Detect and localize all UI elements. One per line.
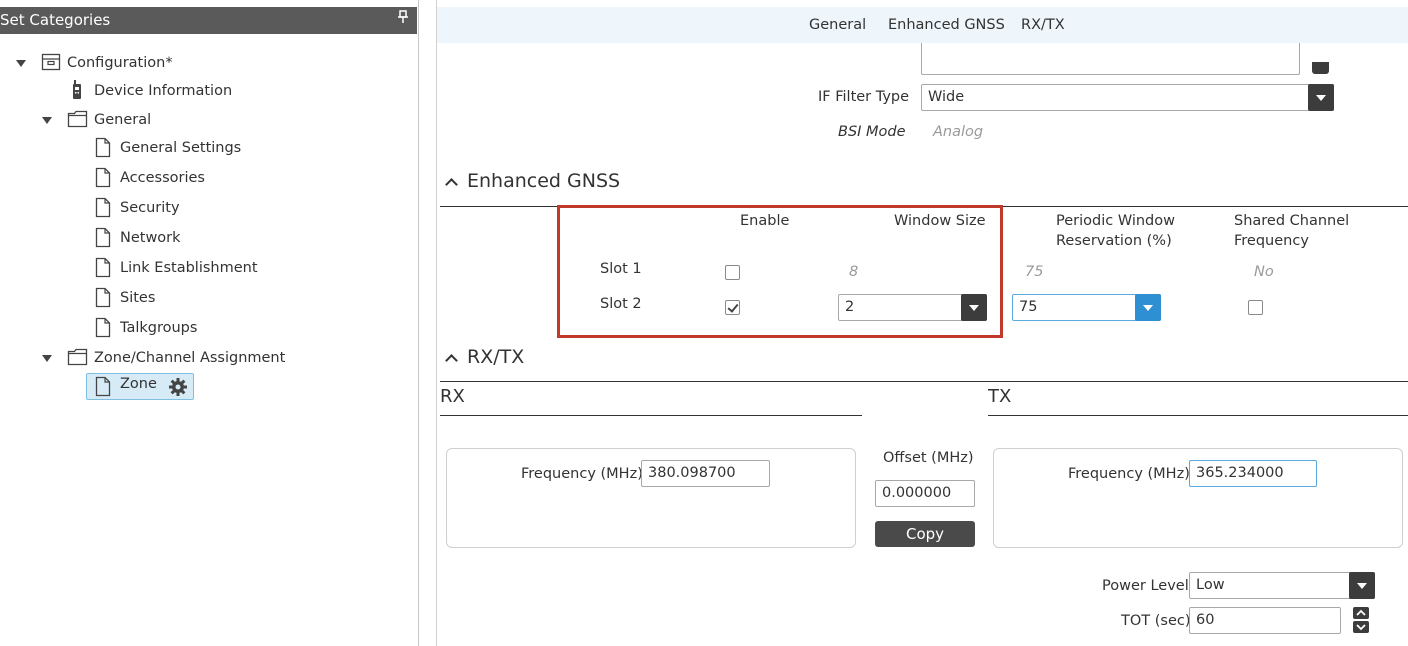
tree-item-general-settings[interactable]: General Settings [0,136,400,160]
chevron-down-icon[interactable] [1135,294,1161,321]
document-icon [95,317,113,339]
tot-label: TOT (sec) [1121,613,1191,629]
spin-down-icon[interactable] [1353,621,1369,633]
tree-item-talkgroups[interactable]: Talkgroups [0,316,400,340]
section-title-rx-tx: RX/TX [467,346,525,368]
partial-field[interactable] [921,43,1300,75]
slot-2-periodic-dropdown[interactable]: 75 [1012,294,1161,321]
col-header-shared-1: Shared Channel [1234,213,1350,229]
section-title-enhanced-gnss: Enhanced GNSS [467,170,621,192]
tree-item-network[interactable]: Network [0,226,400,250]
tx-heading: TX [988,386,1012,407]
power-level-label: Power Level [1102,578,1189,594]
tree-label: General [94,112,152,128]
section-divider [440,381,1408,382]
archive-icon [41,52,61,74]
rx-heading: RX [440,386,465,407]
highlight-box [557,205,1003,338]
dropdown-value: Low [1196,577,1225,593]
tree-item-security[interactable]: Security [0,196,400,220]
panel-title: Set Categories [0,11,111,29]
document-icon [95,376,113,398]
tree-item-general[interactable]: General [0,108,400,132]
document-icon [95,137,113,159]
collapse-caret-icon[interactable] [445,354,458,367]
document-icon [95,167,113,189]
collapse-caret-icon[interactable] [445,178,458,191]
power-level-dropdown[interactable]: Low [1189,572,1375,599]
document-icon [95,287,113,309]
tree-item-link-establishment[interactable]: Link Establishment [0,256,400,280]
pin-icon[interactable] [398,7,408,34]
tree-item-device-information[interactable]: Device Information [0,79,400,103]
folder-icon [67,109,88,131]
tree-item-accessories[interactable]: Accessories [0,166,400,190]
expand-arrow-icon[interactable] [42,355,52,362]
expand-arrow-icon[interactable] [16,60,26,67]
col-header-periodic-2: Reservation (%) [1056,233,1172,249]
folder-icon [67,347,88,369]
radio-icon [70,80,88,102]
partial-dropdown-button[interactable] [1312,62,1329,74]
document-icon [95,227,113,249]
bsi-mode-value: Analog [933,124,984,140]
tree-item-configuration[interactable]: Configuration* [0,51,400,75]
tree-label: Sites [120,290,156,306]
tab-bar: General Enhanced GNSS RX/TX [437,7,1408,43]
tree-label: Device Information [94,83,233,99]
tab-enhanced-gnss[interactable]: Enhanced GNSS [888,17,1005,33]
expand-arrow-icon[interactable] [42,117,52,124]
tree-item-sites[interactable]: Sites [0,286,400,310]
rx-frequency-label: Frequency (MHz) [521,466,643,482]
bsi-mode-label: BSI Mode [838,124,906,140]
if-filter-type-label: IF Filter Type [818,89,910,105]
tree-label: General Settings [120,140,242,156]
slot-1-shared: No [1254,264,1274,280]
dropdown-value: 75 [1019,299,1038,315]
rx-frequency-input[interactable]: 380.098700 [641,460,770,487]
tree-item-zone-channel-assignment[interactable]: Zone/Channel Assignment [0,346,400,370]
dropdown-value: Wide [928,89,965,105]
col-header-shared-2: Frequency [1234,233,1309,249]
tree-label: Network [120,230,181,246]
tree-item-zone[interactable]: Zone [86,373,194,400]
panel-header: Set Categories [0,7,417,34]
tree-label: Link Establishment [120,260,258,276]
if-filter-type-dropdown[interactable]: Wide [921,84,1334,111]
chevron-down-icon[interactable] [1349,572,1375,599]
gear-icon[interactable] [168,377,188,401]
col-header-periodic-1: Periodic Window [1056,213,1175,229]
copy-button[interactable]: Copy [875,521,975,547]
spin-up-icon[interactable] [1353,607,1369,619]
slot-2-shared-checkbox[interactable] [1248,300,1263,315]
chevron-down-icon[interactable] [1308,84,1334,111]
tree-label: Zone/Channel Assignment [94,350,286,366]
tree-label: Talkgroups [120,320,198,336]
tree-label: Security [120,200,180,216]
offset-input[interactable]: 0.000000 [875,480,975,507]
tx-frequency-label: Frequency (MHz) [1068,466,1190,482]
tree-label: Zone [120,376,157,392]
tree-label: Accessories [120,170,205,186]
slot-1-periodic: 75 [1025,264,1044,280]
panel-splitter[interactable] [419,0,437,646]
set-categories-panel: Set Categories Configuration* Device Inf… [0,0,419,646]
tx-frequency-input[interactable]: 365.234000 [1189,460,1317,487]
tx-divider [988,415,1408,416]
tot-input[interactable]: 60 [1189,607,1341,634]
tree-label: Configuration* [67,55,173,71]
document-icon [95,257,113,279]
document-icon [95,197,113,219]
offset-label: Offset (MHz) [883,450,974,466]
rx-divider [440,415,862,416]
tab-general[interactable]: General [809,17,866,33]
tab-rx-tx[interactable]: RX/TX [1021,17,1065,33]
